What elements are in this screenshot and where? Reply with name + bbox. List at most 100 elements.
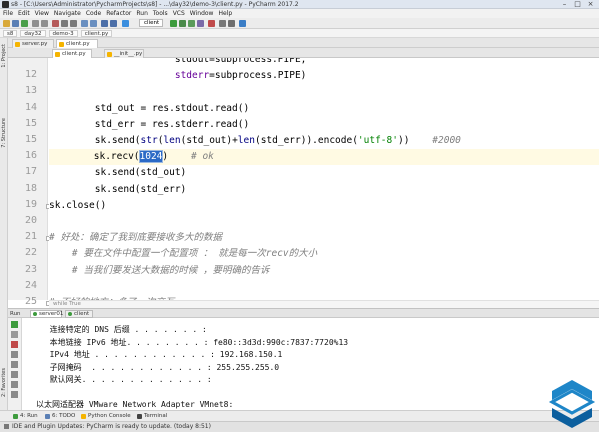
code-line[interactable]: # 要在文件中配置一个配置项 ： 就是每一次recv的大小 [49,246,317,262]
terminal-tool-button[interactable]: Terminal [136,413,167,420]
code-editor[interactable]: stdout=subprocess.PIPE, stderr=subproces… [49,58,599,300]
menu-code[interactable]: Code [86,9,101,18]
tool-label: 4: Run [20,413,38,419]
sync-icon[interactable] [21,20,28,27]
menu-vcs[interactable]: VCS [173,9,185,18]
code-line[interactable]: std_err = res.stderr.read() [49,117,249,133]
line-number: 25 [24,296,37,307]
stop-run-icon[interactable] [11,341,18,348]
tab-init-py[interactable]: __init__.py [104,49,144,58]
breadcrumb-file[interactable]: client.py [80,29,113,37]
soft-wrap-icon[interactable] [11,351,18,358]
line-number: 19 [24,198,37,210]
run-tab-label: client [74,311,90,317]
run-icon[interactable] [170,20,177,27]
code-line[interactable]: # 好处：确定了我到底要接收多大的数据 [49,230,222,246]
selected-text: 1024 [138,150,164,164]
menu-navigate[interactable]: Navigate [54,9,81,18]
debug-icon[interactable] [179,20,186,27]
code-line[interactable]: sk.recv(1024) # ok [49,149,599,166]
minimize-button[interactable]: – [558,0,571,8]
line-number: 12 [24,69,37,81]
save-icon[interactable] [12,20,19,27]
tab-server-py[interactable]: server.py [12,39,54,48]
maximize-button[interactable]: □ [571,0,584,8]
code-line[interactable]: stderr=subprocess.PIPE) [49,68,307,84]
coverage-icon[interactable] [188,20,195,27]
tab-client-py-active[interactable]: client.py [52,49,92,58]
breadcrumb-day32[interactable]: day32 [20,29,46,37]
open-folder-icon[interactable] [3,20,10,27]
code-line[interactable]: std_out = res.stdout.read() [49,101,249,117]
menu-view[interactable]: View [35,9,49,18]
python-file-icon [59,42,64,47]
menu-help[interactable]: Help [218,9,232,18]
code-line[interactable]: sk.send(std_err) [49,182,187,198]
redo-icon[interactable] [41,20,48,27]
todo-tool-button[interactable]: 6: TODO [44,413,75,420]
run-console-output[interactable]: 连接特定的 DNS 后缀 . . . . . . . : 本地链接 IPv6 地… [22,318,599,410]
status-message: IDE and Plugin Updates: PyCharm is ready… [12,423,211,430]
tool-label: 6: TODO [52,413,76,419]
code-token: (std_out)+ [180,135,238,146]
cut-icon[interactable] [52,20,59,27]
code-token: len [163,135,181,146]
breadcrumb-project[interactable]: s8 [3,29,18,37]
code-token: sk.send( [49,135,141,146]
menu-refactor[interactable]: Refactor [106,9,131,18]
structure-tool-button[interactable]: 7: Structure [1,118,7,148]
help-icon[interactable] [239,20,246,27]
run-config-select[interactable]: client [139,19,163,27]
event-log-icon[interactable] [4,424,9,429]
breadcrumb-demo3[interactable]: demo-3 [48,29,78,37]
code-line[interactable]: sk.send(std_out) [49,165,187,181]
find-icon[interactable] [81,20,88,27]
pin-icon[interactable] [11,361,18,368]
watermark-logo-icon [548,380,596,428]
code-token: len [237,135,255,146]
code-line[interactable]: sk.close() [49,198,106,214]
menu-tools[interactable]: Tools [153,9,168,18]
editor-tabs-row2: client.py __init__.py [8,48,599,58]
run-tab-server01[interactable]: server01 [30,310,63,318]
paste-icon[interactable] [70,20,77,27]
code-token: #2000 [432,135,461,146]
menu-window[interactable]: Window [190,9,214,18]
code-token: # 要在文件中配置一个配置项 ： 就是每一次recv的大小 [49,248,318,260]
tool-window-bar: 4: Run 6: TODO Python Console Terminal [0,410,599,421]
console-line: 子网掩码 . . . . . . . . . . . . : 255.255.2… [40,362,280,372]
tab-client-py[interactable]: client.py [56,39,98,48]
code-token: std_err = res.stderr.read() [49,118,250,130]
clear-icon[interactable] [11,381,18,388]
replace-icon[interactable] [90,20,97,27]
forward-icon[interactable] [110,20,117,27]
run-label: Run [10,311,21,317]
menu-edit[interactable]: Edit [18,9,30,18]
menu-file[interactable]: File [3,9,13,18]
settings-icon[interactable] [219,20,226,27]
line-number: 15 [24,117,37,129]
run-tool-button[interactable]: 4: Run [12,413,38,420]
close-run-icon[interactable] [11,391,18,398]
favorites-tool-button[interactable]: 2: Favorites [1,368,7,397]
line-number: 20 [24,215,37,226]
stop-icon[interactable] [208,20,215,27]
print-icon[interactable] [11,371,18,378]
close-button[interactable]: × [584,0,597,8]
python-console-tool-button[interactable]: Python Console [80,413,131,420]
build-icon[interactable] [122,20,129,27]
undo-icon[interactable] [32,20,39,27]
project-structure-icon[interactable] [228,20,235,27]
menu-run[interactable]: Run [136,9,148,18]
rerun-icon[interactable] [11,321,18,328]
project-tool-button[interactable]: 1: Project [1,44,7,68]
copy-icon[interactable] [61,20,68,27]
scroll-down-icon[interactable] [11,331,18,338]
code-line[interactable]: # 当我们要发送大数据的时候 ，要明确的告诉 [49,263,270,279]
back-icon[interactable] [101,20,108,27]
run-tab-client[interactable]: client [65,310,93,318]
profile-icon[interactable] [197,20,204,27]
code-line[interactable]: sk.send(str(len(std_out)+len(std_err)).e… [49,133,461,149]
console-line: 本地链接 IPv6 地址. . . . . . . . : fe80::3d3d… [40,337,349,347]
code-line[interactable]: stdout=subprocess.PIPE, [49,58,307,68]
